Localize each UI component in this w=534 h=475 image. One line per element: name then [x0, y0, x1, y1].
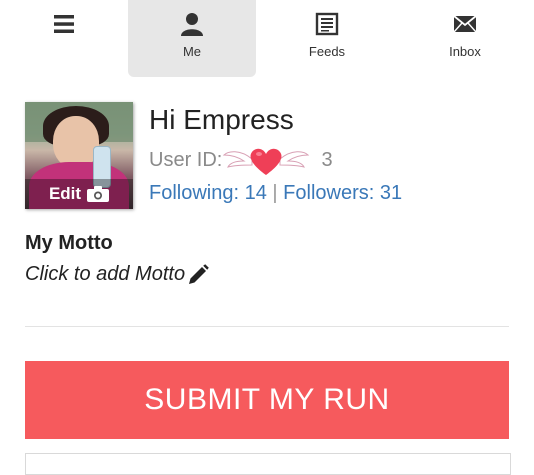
tab-me[interactable]: Me: [128, 0, 256, 77]
camera-icon: [87, 186, 110, 202]
tab-inbox-label: Inbox: [449, 44, 481, 59]
user-id-label: User ID:: [149, 149, 223, 171]
newspaper-icon: [315, 12, 339, 36]
avatar[interactable]: Edit: [25, 102, 133, 209]
tab-inbox[interactable]: Inbox: [401, 0, 529, 77]
envelope-icon: [453, 15, 477, 33]
follow-stats: Following: 14 | Followers: 31: [149, 182, 402, 205]
pencil-icon: [189, 263, 209, 284]
tab-feeds-label: Feeds: [308, 44, 346, 59]
next-section-box: [25, 453, 511, 475]
divider: [25, 326, 509, 327]
following-link[interactable]: Following: 14: [149, 182, 267, 204]
motto-heading: My Motto: [25, 232, 113, 254]
user-id-tail: 3: [321, 149, 333, 171]
winged-heart-sticker-icon: [222, 148, 316, 175]
followers-link[interactable]: Followers: 31: [283, 182, 402, 204]
user-id: User ID: 3: [149, 148, 333, 175]
add-motto-button[interactable]: Click to add Motto: [25, 263, 209, 286]
tab-feeds[interactable]: Feeds: [263, 0, 391, 77]
hamburger-menu-icon: [54, 15, 74, 33]
tab-me-label: Me: [182, 44, 202, 59]
submit-run-button[interactable]: SUBMIT MY RUN: [25, 361, 509, 439]
top-navigation: Me Feeds Inbox: [0, 0, 534, 78]
edit-avatar-button[interactable]: Edit: [25, 179, 133, 209]
menu-button[interactable]: [0, 0, 128, 77]
follow-separator: |: [272, 182, 278, 204]
edit-avatar-label: Edit: [48, 184, 82, 203]
greeting: Hi Empress: [149, 104, 294, 135]
motto-placeholder: Click to add Motto: [25, 263, 186, 285]
person-icon: [181, 13, 203, 36]
